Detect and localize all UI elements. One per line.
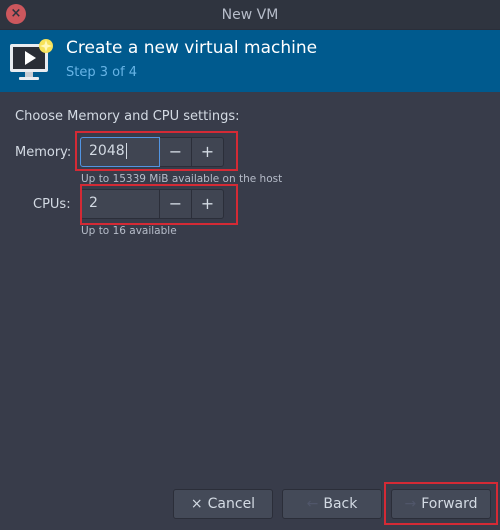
back-button[interactable]: ← Back <box>282 489 382 519</box>
wizard-header: Create a new virtual machine Step 3 of 4 <box>0 30 500 92</box>
cpus-hint: Up to 16 available <box>81 225 177 237</box>
monitor-new-vm-icon <box>8 36 56 84</box>
forward-highlight-box <box>384 482 498 525</box>
section-title: Choose Memory and CPU settings: <box>15 109 240 124</box>
cpus-label: CPUs: <box>33 197 71 212</box>
window-title: New VM <box>221 7 279 23</box>
back-arrow-icon: ← <box>306 496 319 512</box>
cpus-highlight-box <box>80 184 238 225</box>
wizard-step: Step 3 of 4 <box>66 65 138 80</box>
memory-highlight-box <box>75 131 238 171</box>
wizard-title: Create a new virtual machine <box>66 38 318 58</box>
memory-label: Memory: <box>15 145 72 160</box>
new-vm-window: × New VM Create a new virtual machine St… <box>0 0 500 530</box>
close-icon: × <box>190 496 203 512</box>
title-bar: × New VM <box>0 0 500 30</box>
cancel-button[interactable]: × Cancel <box>173 489 273 519</box>
